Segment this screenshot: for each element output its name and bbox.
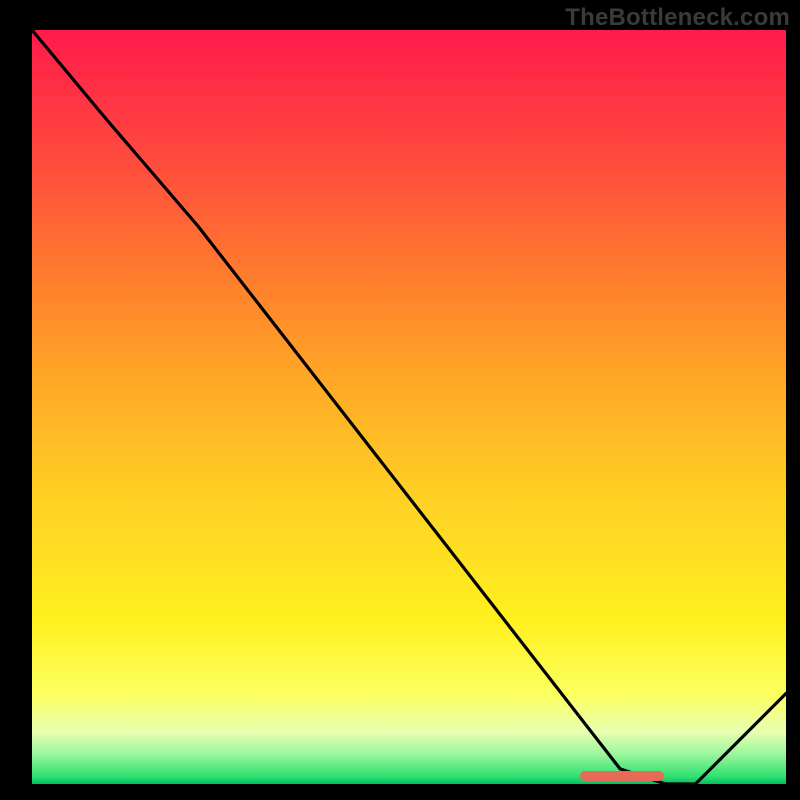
curve-line bbox=[32, 30, 786, 784]
plot-area bbox=[32, 30, 786, 784]
curve-path bbox=[32, 30, 786, 784]
watermark-text: TheBottleneck.com bbox=[565, 4, 790, 32]
highlight-marker bbox=[580, 771, 664, 781]
chart-frame: TheBottleneck.com bbox=[0, 0, 800, 800]
